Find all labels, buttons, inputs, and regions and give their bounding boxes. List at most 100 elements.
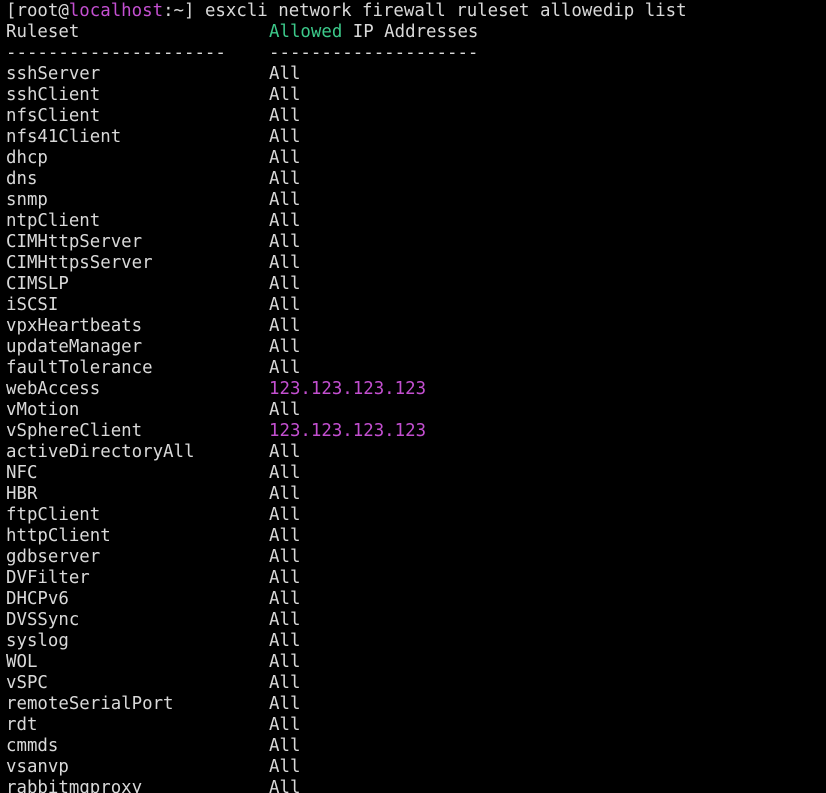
table-row: faultTolerance All: [6, 358, 826, 379]
ruleset-name: faultTolerance: [6, 358, 153, 378]
allowed-ip-value: All: [269, 358, 301, 378]
allowed-ip-value: All: [269, 64, 301, 84]
ruleset-name: remoteSerialPort: [6, 694, 174, 714]
table-row: vpxHeartbeats All: [6, 316, 826, 337]
allowed-ip-value: 123.123.123.123: [269, 421, 427, 441]
table-row: DVSSync All: [6, 610, 826, 631]
separator-ruleset: ---------------------: [6, 43, 226, 63]
ruleset-name: httpClient: [6, 526, 111, 546]
terminal-window[interactable]: [root@localhost:~] esxcli network firewa…: [0, 0, 826, 793]
ruleset-name: nfsClient: [6, 106, 101, 126]
ruleset-name: vsanvp: [6, 757, 69, 777]
ruleset-name: CIMHttpsServer: [6, 253, 153, 273]
allowed-ip-value: All: [269, 85, 301, 105]
allowed-ip-value: All: [269, 463, 301, 483]
allowed-ip-value: All: [269, 106, 301, 126]
allowed-ip-value: All: [269, 148, 301, 168]
allowed-ip-value: All: [269, 589, 301, 609]
allowed-ip-value: All: [269, 673, 301, 693]
ruleset-name: snmp: [6, 190, 48, 210]
ruleset-name: rabbitmqproxy: [6, 778, 143, 793]
ruleset-name: webAccess: [6, 379, 101, 399]
table-row: vSPC All: [6, 673, 826, 694]
ruleset-name: DVFilter: [6, 568, 90, 588]
allowed-ip-value: All: [269, 568, 301, 588]
table-row: HBR All: [6, 484, 826, 505]
table-row: gdbserver All: [6, 547, 826, 568]
table-row: ftpClient All: [6, 505, 826, 526]
separator-allowed-ip: --------------------: [269, 43, 479, 63]
allowed-ip-value: 123.123.123.123: [269, 379, 427, 399]
prompt-prefix: [root@: [6, 1, 69, 21]
allowed-ip-value: All: [269, 274, 301, 294]
allowed-ip-value: All: [269, 295, 301, 315]
table-row: webAccess 123.123.123.123: [6, 379, 826, 400]
ruleset-name: sshServer: [6, 64, 101, 84]
table-row: remoteSerialPort All: [6, 694, 826, 715]
allowed-ip-value: All: [269, 337, 301, 357]
allowed-ip-value: All: [269, 505, 301, 525]
allowed-ip-value: All: [269, 631, 301, 651]
header-allowed-highlight: Allowed: [269, 22, 343, 42]
allowed-ip-value: All: [269, 169, 301, 189]
allowed-ip-value: All: [269, 127, 301, 147]
allowed-ip-value: All: [269, 253, 301, 273]
allowed-ip-value: All: [269, 484, 301, 504]
ruleset-name: syslog: [6, 631, 69, 651]
ruleset-name: ftpClient: [6, 505, 101, 525]
ruleset-list: sshServer All sshClient All nfsClient All nfs4…: [6, 64, 826, 793]
ruleset-name: dns: [6, 169, 38, 189]
allowed-ip-value: All: [269, 316, 301, 336]
table-row: dns All: [6, 169, 826, 190]
ruleset-name: WOL: [6, 652, 38, 672]
table-row: dhcp All: [6, 148, 826, 169]
table-row: cmmds All: [6, 736, 826, 757]
table-header: Ruleset Allowed IP Addresses: [6, 22, 826, 43]
table-row: iSCSI All: [6, 295, 826, 316]
table-row: rabbitmqproxy All: [6, 778, 826, 793]
header-ruleset: Ruleset: [6, 22, 80, 42]
ruleset-name: DHCPv6: [6, 589, 69, 609]
table-row: ntpClient All: [6, 211, 826, 232]
allowed-ip-value: All: [269, 526, 301, 546]
ruleset-name: rdt: [6, 715, 38, 735]
header-ip-addresses: IP Addresses: [342, 22, 479, 42]
allowed-ip-value: All: [269, 547, 301, 567]
table-row: vSphereClient 123.123.123.123: [6, 421, 826, 442]
ruleset-name: CIMSLP: [6, 274, 69, 294]
table-row: snmp All: [6, 190, 826, 211]
ruleset-name: vSphereClient: [6, 421, 143, 441]
ruleset-name: CIMHttpServer: [6, 232, 143, 252]
allowed-ip-value: All: [269, 232, 301, 252]
table-row: DHCPv6 All: [6, 589, 826, 610]
table-row: nfsClient All: [6, 106, 826, 127]
ruleset-name: vMotion: [6, 400, 80, 420]
allowed-ip-value: All: [269, 757, 301, 777]
allowed-ip-value: All: [269, 736, 301, 756]
ruleset-name: iSCSI: [6, 295, 59, 315]
allowed-ip-value: All: [269, 652, 301, 672]
table-row: WOL All: [6, 652, 826, 673]
ruleset-name: ntpClient: [6, 211, 101, 231]
table-row: vsanvp All: [6, 757, 826, 778]
ruleset-name: dhcp: [6, 148, 48, 168]
ruleset-name: vpxHeartbeats: [6, 316, 143, 336]
allowed-ip-value: All: [269, 610, 301, 630]
ruleset-name: activeDirectoryAll: [6, 442, 195, 462]
prompt-host: localhost: [68, 1, 164, 21]
table-row: NFC All: [6, 463, 826, 484]
ruleset-name: sshClient: [6, 85, 101, 105]
table-row: activeDirectoryAll All: [6, 442, 826, 463]
allowed-ip-value: All: [269, 211, 301, 231]
ruleset-name: DVSSync: [6, 610, 80, 630]
allowed-ip-value: All: [269, 400, 301, 420]
command-text: esxcli network firewall ruleset allowedi…: [204, 1, 687, 21]
table-row: updateManager All: [6, 337, 826, 358]
ruleset-name: nfs41Client: [6, 127, 122, 147]
prompt-suffix: :~]: [163, 1, 205, 21]
table-row: CIMHttpsServer All: [6, 253, 826, 274]
allowed-ip-value: All: [269, 694, 301, 714]
allowed-ip-value: All: [269, 715, 301, 735]
table-separator: --------------------- -------------------…: [6, 43, 826, 64]
ruleset-name: vSPC: [6, 673, 48, 693]
